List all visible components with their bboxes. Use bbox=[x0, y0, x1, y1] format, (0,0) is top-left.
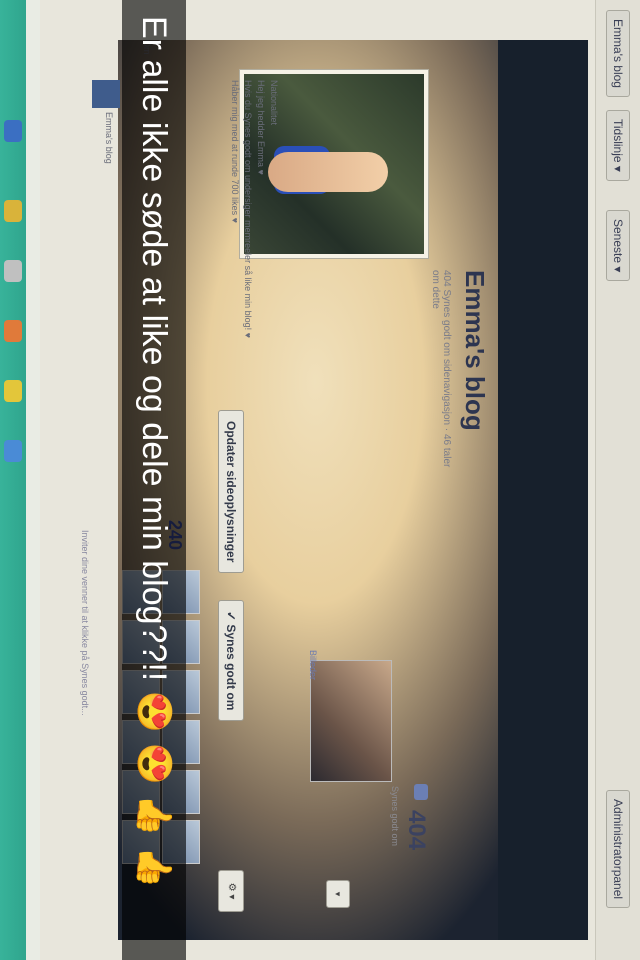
dock-app-icon[interactable] bbox=[4, 260, 22, 282]
recent-tab[interactable]: Seneste ▾ bbox=[606, 210, 630, 282]
dock-app-icon[interactable] bbox=[4, 320, 22, 342]
page-name-tab[interactable]: Emma's blog bbox=[606, 10, 630, 97]
about-label: Nationalitet bbox=[269, 80, 279, 126]
dock-app-icon[interactable] bbox=[4, 380, 22, 402]
more-options-button[interactable]: ⚙ ▾ bbox=[218, 870, 244, 912]
about-section: Nationalitet Hej jeg hedder Emma ♥ Hvis … bbox=[228, 80, 280, 340]
snap-photo: Emma's blog Tidslinje ▾ Seneste ▾ Admini… bbox=[0, 0, 640, 960]
sidebar-page-label[interactable]: Emma's blog bbox=[104, 112, 114, 164]
dock-app-icon[interactable] bbox=[4, 440, 22, 462]
cover-dark-region bbox=[498, 40, 588, 940]
dock-app-icon[interactable] bbox=[4, 200, 22, 222]
about-line: Håber mig med at runde 700 likes ♥ bbox=[230, 80, 240, 223]
profile-figure-shape bbox=[268, 152, 388, 192]
like-button[interactable]: ✓ Synes godt om bbox=[218, 600, 244, 722]
thumbs-up-icon bbox=[414, 784, 428, 800]
caption-bar: Er alle ikke søde at like og dele min bl… bbox=[122, 0, 186, 960]
page-top-nav: Emma's blog Tidslinje ▾ Seneste ▾ Admini… bbox=[595, 0, 640, 960]
photo-thumbnail[interactable] bbox=[310, 660, 392, 782]
sidebar-page-avatar[interactable] bbox=[92, 80, 120, 108]
invite-friends-text[interactable]: Inviter dine venner til at klikke på Syn… bbox=[80, 530, 90, 716]
likes-count: 404 bbox=[403, 810, 430, 851]
update-info-button[interactable]: Opdater sideoplysninger bbox=[218, 410, 244, 574]
about-line: Hvis du Synes godt om undersiger memreel… bbox=[243, 80, 253, 338]
likes-label[interactable]: Synes godt om bbox=[390, 786, 400, 846]
dock-app-icon[interactable] bbox=[4, 120, 22, 142]
page-meta: 404 Synes godt om sidenavigasjon · 46 ta… bbox=[430, 270, 452, 468]
about-line: Hej jeg hedder Emma ♥ bbox=[256, 80, 266, 175]
admin-panel-button[interactable]: Administratorpanel bbox=[606, 790, 630, 909]
chevron-down-icon[interactable]: ▾ bbox=[326, 880, 350, 908]
photos-link[interactable]: Billeder bbox=[308, 650, 318, 680]
caption-text: Er alle ikke søde at like og dele min bl… bbox=[135, 16, 173, 889]
page-title: Emma's blog bbox=[460, 270, 490, 431]
timeline-tab[interactable]: Tidslinje ▾ bbox=[606, 110, 630, 181]
